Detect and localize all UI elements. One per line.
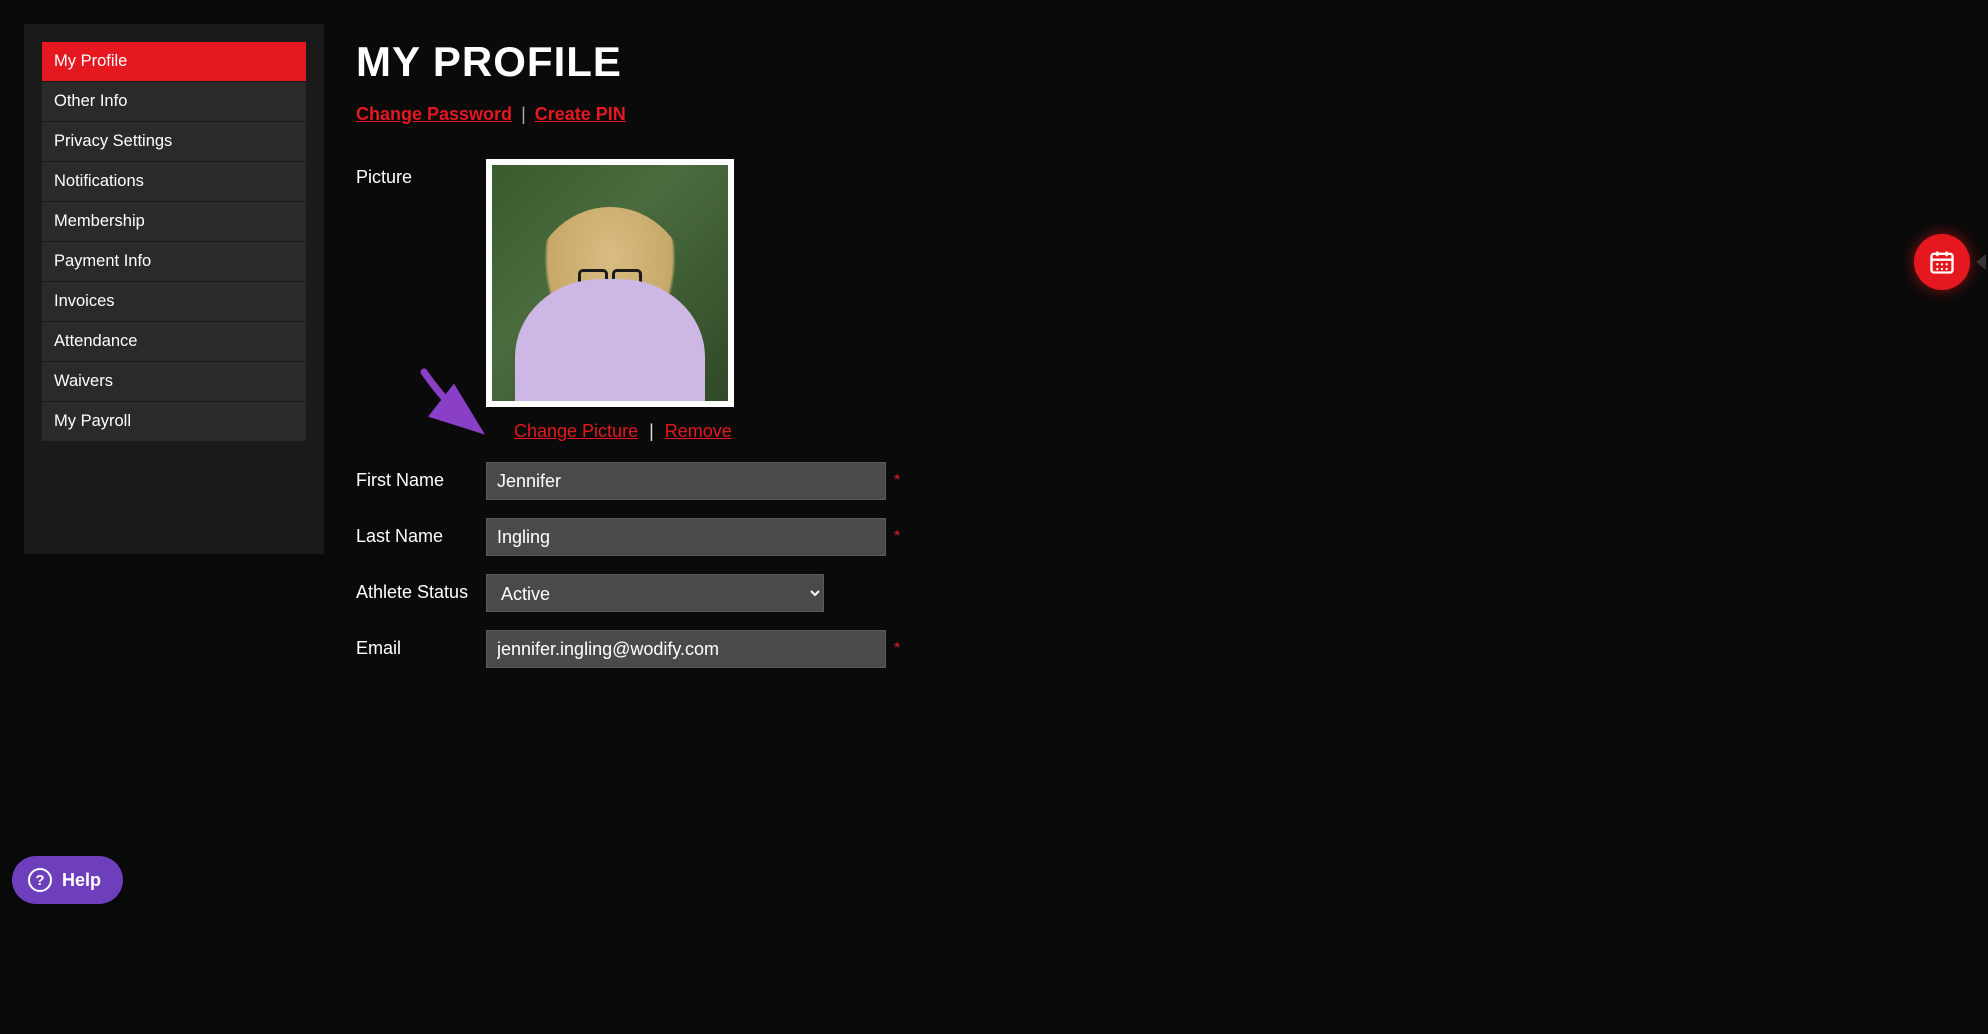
sidebar-item-membership[interactable]: Membership — [42, 202, 306, 242]
last-name-input[interactable] — [486, 518, 886, 556]
athlete-status-label: Athlete Status — [356, 574, 486, 603]
last-name-row: Last Name * — [356, 518, 1988, 556]
create-pin-link[interactable]: Create PIN — [535, 104, 626, 124]
remove-picture-link[interactable]: Remove — [665, 421, 732, 441]
athlete-status-row: Athlete Status Active — [356, 574, 1988, 612]
app-root: My Profile Other Info Privacy Settings N… — [0, 0, 1988, 1034]
change-picture-link[interactable]: Change Picture — [514, 421, 638, 441]
page-title: MY PROFILE — [356, 38, 1988, 86]
picture-row: Picture Change Picture | Remove — [356, 159, 1988, 442]
calendar-icon — [1928, 248, 1956, 276]
separator: | — [649, 421, 654, 441]
email-input[interactable] — [486, 630, 886, 668]
sidebar-item-waivers[interactable]: Waivers — [42, 362, 306, 402]
sidebar-item-payment-info[interactable]: Payment Info — [42, 242, 306, 282]
required-mark: * — [894, 640, 900, 658]
sidebar-item-attendance[interactable]: Attendance — [42, 322, 306, 362]
athlete-status-select[interactable]: Active — [486, 574, 824, 612]
first-name-row: First Name * — [356, 462, 1988, 500]
calendar-collapse-arrow-icon — [1976, 254, 1986, 270]
picture-label: Picture — [356, 159, 486, 188]
first-name-input[interactable] — [486, 462, 886, 500]
separator: | — [521, 104, 526, 124]
help-label: Help — [62, 870, 101, 891]
change-password-link[interactable]: Change Password — [356, 104, 512, 124]
glasses-icon — [578, 269, 642, 287]
header-links: Change Password | Create PIN — [356, 104, 1988, 125]
profile-picture — [486, 159, 734, 407]
sidebar-item-notifications[interactable]: Notifications — [42, 162, 306, 202]
first-name-label: First Name — [356, 462, 486, 491]
help-button[interactable]: ? Help — [12, 856, 123, 904]
sidebar-item-other-info[interactable]: Other Info — [42, 82, 306, 122]
help-icon: ? — [28, 868, 52, 892]
email-row: Email * — [356, 630, 1988, 668]
required-mark: * — [894, 472, 900, 490]
sidebar: My Profile Other Info Privacy Settings N… — [24, 24, 324, 554]
calendar-button[interactable] — [1914, 234, 1970, 290]
required-mark: * — [894, 528, 900, 546]
sidebar-item-my-payroll[interactable]: My Payroll — [42, 402, 306, 442]
main-content: MY PROFILE Change Password | Create PIN … — [324, 24, 1988, 1034]
sidebar-item-invoices[interactable]: Invoices — [42, 282, 306, 322]
last-name-label: Last Name — [356, 518, 486, 547]
sidebar-item-privacy-settings[interactable]: Privacy Settings — [42, 122, 306, 162]
email-label: Email — [356, 630, 486, 659]
sidebar-item-my-profile[interactable]: My Profile — [42, 42, 306, 82]
picture-actions: Change Picture | Remove — [486, 421, 734, 442]
